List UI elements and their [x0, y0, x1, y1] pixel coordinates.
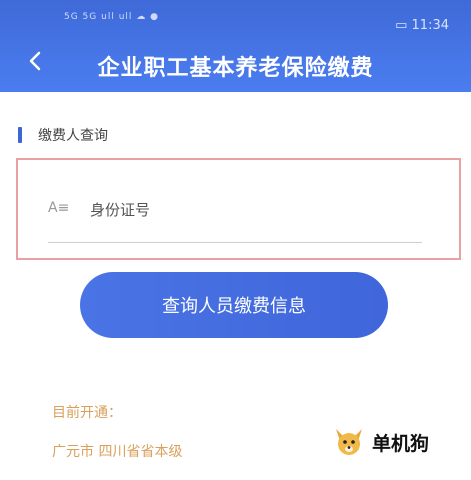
signal-indicators: 5G 5G ull ull ☁ ●: [64, 12, 159, 22]
dog-logo-icon: [336, 429, 362, 455]
status-clock: ▭ 11:34: [395, 18, 449, 33]
id-number-input[interactable]: [88, 194, 412, 226]
app-header: 5G 5G ull ull ☁ ● ▭ 11:34 企业职工基本养老保险缴费: [0, 0, 471, 92]
section-header: 缴费人查询: [18, 125, 108, 145]
input-underline: [48, 242, 422, 243]
status-bar: 5G 5G ull ull ☁ ● ▭ 11:34: [0, 0, 471, 40]
query-payment-info-button[interactable]: 查询人员缴费信息: [80, 272, 388, 338]
watermark: 单机狗: [332, 425, 429, 459]
section-title: 缴费人查询: [38, 128, 108, 144]
available-regions-title: 目前开通：: [52, 405, 122, 421]
id-input-container: A≡: [16, 158, 461, 260]
watermark-text: 单机狗: [372, 432, 430, 455]
chevron-left-icon: [29, 51, 41, 71]
page-title: 企业职工基本养老保险缴费: [97, 56, 374, 81]
available-regions-list: 广元市 四川省省本级: [52, 444, 183, 460]
back-button[interactable]: [20, 46, 50, 76]
section-accent-bar: [18, 127, 22, 143]
id-field-icon: A≡: [48, 200, 70, 216]
